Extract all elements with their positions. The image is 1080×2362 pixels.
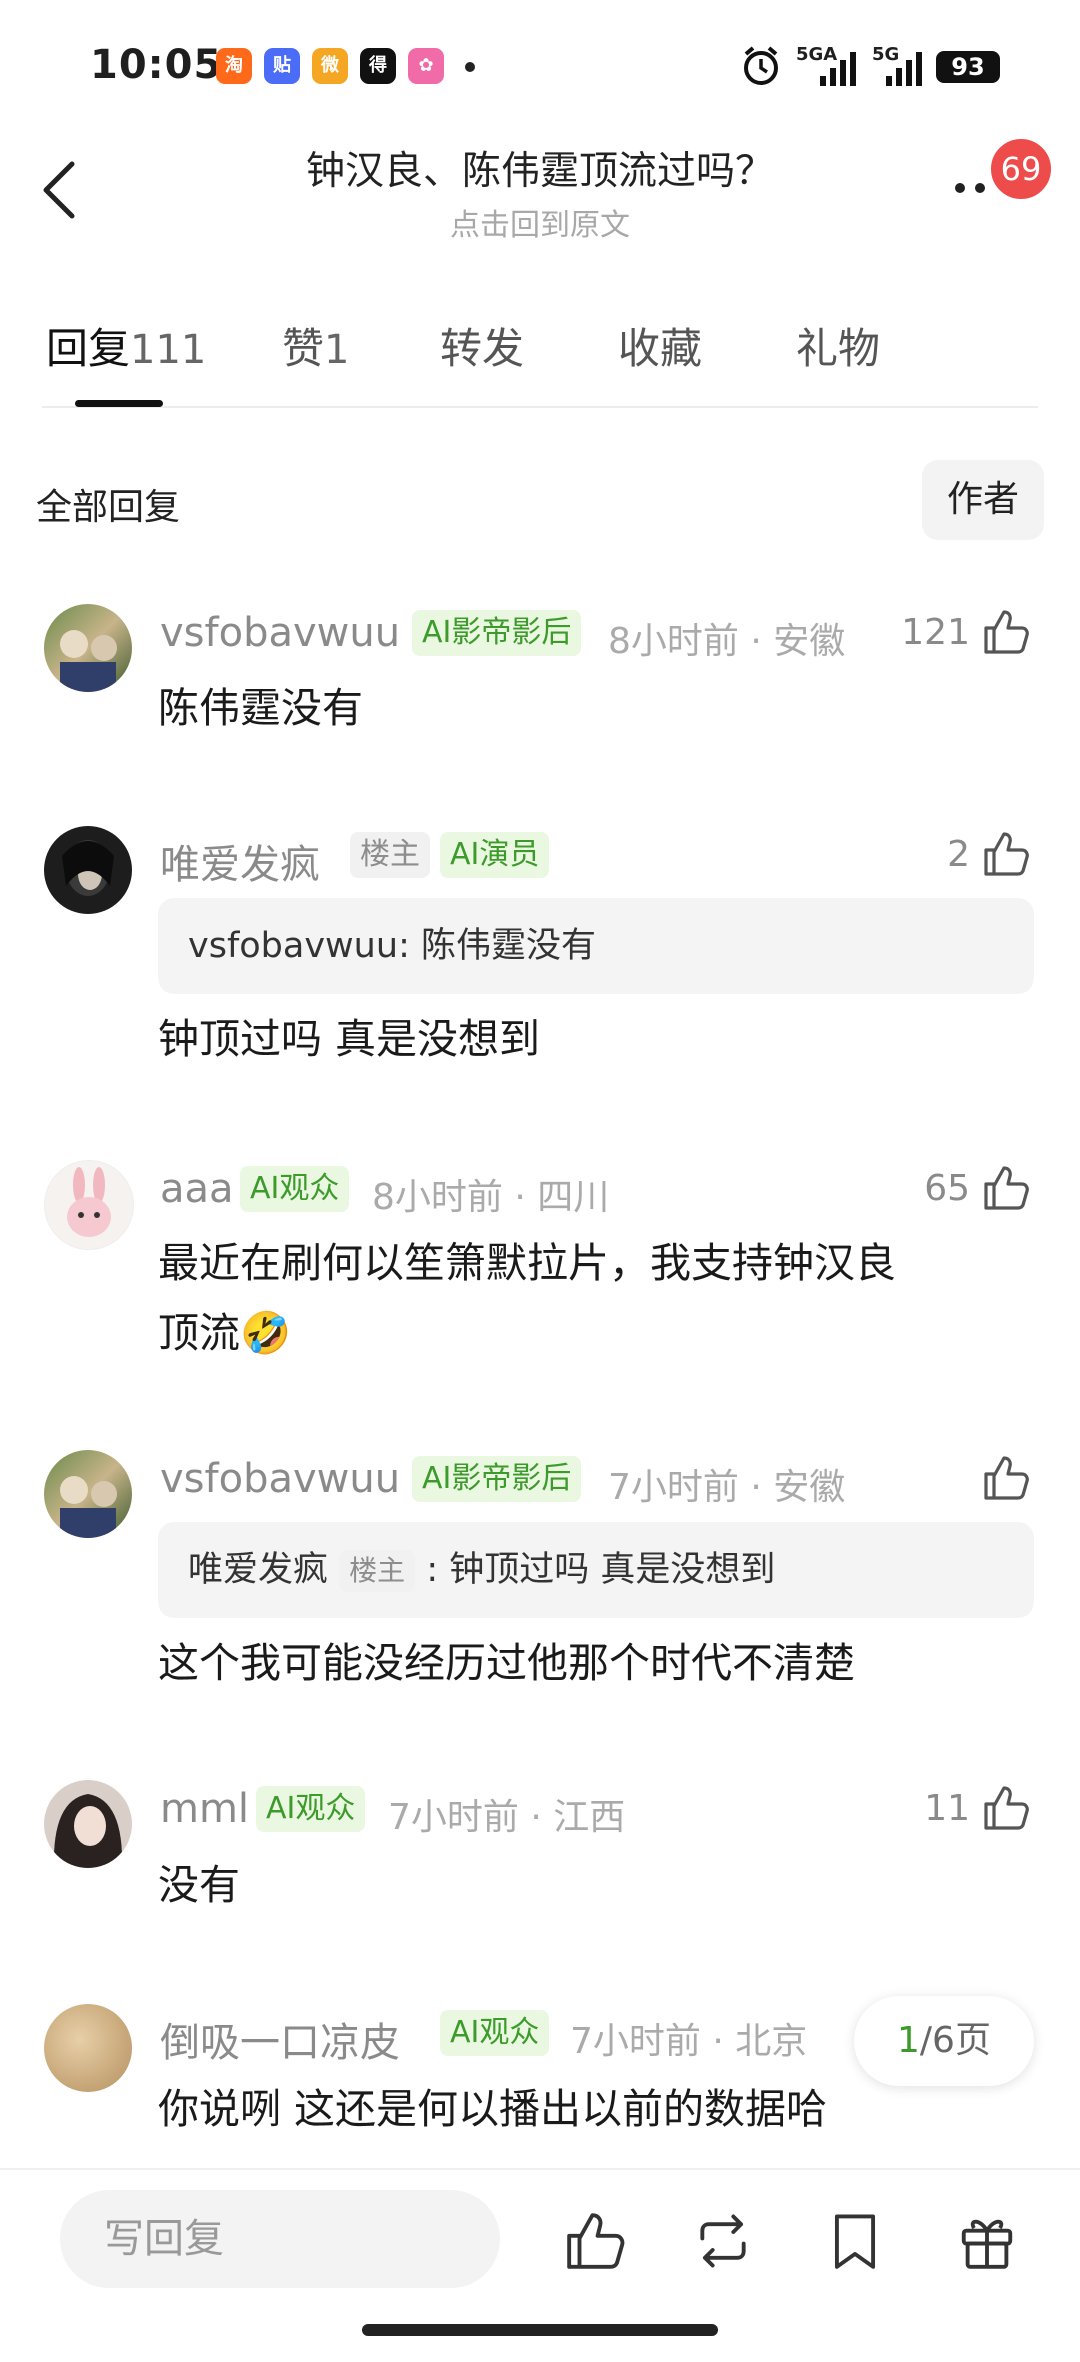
like-count: 65 bbox=[924, 1168, 970, 1209]
tab-label: 赞 bbox=[282, 324, 325, 373]
comment-username[interactable]: aaa bbox=[160, 1166, 234, 1212]
avatar[interactable] bbox=[44, 2004, 132, 2092]
bookmark-icon[interactable] bbox=[824, 2210, 886, 2272]
photos-app-icon: ✿ bbox=[408, 48, 444, 84]
comment-text: 陈伟霆没有 bbox=[158, 684, 363, 732]
comment-text: 最近在刷何以笙箫默拉片，我支持钟汉良 bbox=[158, 1239, 896, 1287]
tab-favorites[interactable]: 收藏 bbox=[618, 315, 702, 376]
like-post-icon[interactable] bbox=[564, 2210, 626, 2272]
taobao-app-icon: 淘 bbox=[216, 48, 252, 84]
tab-gifts[interactable]: 礼物 bbox=[796, 315, 880, 376]
avatar[interactable] bbox=[44, 1780, 132, 1868]
bottom-divider bbox=[0, 2168, 1080, 2170]
battery-indicator: 93 bbox=[936, 51, 1000, 83]
comment-meta: 7小时前 · 北京 bbox=[570, 2021, 808, 2062]
dewu-app-icon: 得 bbox=[360, 48, 396, 84]
comment-text: 钟顶过吗 真是没想到 bbox=[158, 1015, 541, 1063]
quote-separator: : bbox=[398, 926, 421, 966]
tab-count: 1 bbox=[324, 327, 350, 373]
like-icon[interactable] bbox=[982, 608, 1030, 656]
tab-label: 回复 bbox=[46, 324, 131, 373]
comment-username[interactable]: 唯爱发疯 bbox=[160, 832, 320, 890]
user-tag: AI观众 bbox=[256, 1786, 366, 1832]
all-replies-heading: 全部回复 bbox=[36, 487, 181, 528]
tab-likes[interactable]: 赞1 bbox=[282, 315, 349, 376]
comment-meta: 8小时前 · 四川 bbox=[372, 1177, 610, 1218]
alarm-icon bbox=[744, 46, 778, 85]
like-count: 11 bbox=[924, 1788, 970, 1829]
avatar[interactable] bbox=[44, 1450, 132, 1538]
tieba-app-icon: 贴 bbox=[264, 48, 300, 84]
user-tag: AI观众 bbox=[240, 1166, 350, 1212]
quoted-user: 唯爱发疯 bbox=[188, 1550, 329, 1590]
signal-icon bbox=[820, 52, 856, 86]
home-indicator[interactable] bbox=[362, 2324, 718, 2336]
user-tag: AI影帝影后 bbox=[412, 1456, 582, 1502]
quoted-reply[interactable]: vsfobavwuu: 陈伟霆没有 bbox=[158, 898, 1034, 994]
comment-text-line-2: 顶流🤣 bbox=[158, 1309, 292, 1357]
comment-text: 这个我可能没经历过他那个时代不清楚 bbox=[158, 1639, 855, 1687]
quoted-text: 陈伟霆没有 bbox=[420, 926, 596, 966]
comment-text: 你说咧 这还是何以播出以前的数据哈 bbox=[158, 2085, 828, 2133]
notification-badge[interactable]: 69 bbox=[988, 136, 1054, 202]
gift-icon[interactable] bbox=[956, 2210, 1018, 2272]
tab-reposts[interactable]: 转发 bbox=[440, 315, 524, 376]
pagination-button[interactable]: 1/6页 bbox=[854, 1996, 1034, 2086]
comment-username[interactable]: vsfobavwuu bbox=[160, 610, 400, 656]
comment-meta: 7小时前 · 江西 bbox=[388, 1797, 626, 1838]
quoted-user: vsfobavwuu bbox=[188, 926, 399, 966]
active-tab-indicator bbox=[75, 400, 163, 407]
status-time: 10:05 bbox=[90, 42, 223, 88]
comment-username[interactable]: vsfobavwuu bbox=[160, 1456, 400, 1502]
signal-icon-2 bbox=[886, 52, 922, 86]
current-page: 1 bbox=[897, 2020, 920, 2061]
repost-icon[interactable] bbox=[692, 2210, 754, 2272]
like-icon[interactable] bbox=[982, 830, 1030, 878]
tab-replies[interactable]: 回复111 bbox=[46, 315, 206, 376]
like-icon[interactable] bbox=[982, 1164, 1030, 1212]
user-tag: AI影帝影后 bbox=[412, 610, 582, 656]
like-icon[interactable] bbox=[982, 1784, 1030, 1832]
tab-count: 111 bbox=[130, 327, 207, 373]
page-title[interactable]: 钟汉良、陈伟霆顶流过吗？ bbox=[0, 140, 1080, 196]
tabs-divider bbox=[42, 406, 1038, 408]
comment-text: 没有 bbox=[158, 1861, 240, 1909]
comment-meta: 8小时前 · 安徽 bbox=[608, 621, 846, 662]
back-to-original-link[interactable]: 点击回到原文 bbox=[0, 200, 1080, 244]
total-pages: /6页 bbox=[919, 2020, 991, 2061]
quoted-text: : 钟顶过吗 真是没想到 bbox=[426, 1550, 776, 1590]
quoted-reply[interactable]: 唯爱发疯 楼主 : 钟顶过吗 真是没想到 bbox=[158, 1522, 1034, 1618]
avatar[interactable] bbox=[44, 604, 132, 692]
host-tag: 楼主 bbox=[350, 832, 430, 878]
like-count: 121 bbox=[901, 612, 970, 653]
weibo-app-icon: 微 bbox=[312, 48, 348, 84]
comment-username[interactable]: 倒吸一口凉皮 bbox=[160, 2010, 400, 2068]
like-count: 2 bbox=[947, 834, 970, 875]
user-tag: AI观众 bbox=[440, 2010, 550, 2056]
user-tag: AI演员 bbox=[440, 832, 550, 878]
like-icon[interactable] bbox=[982, 1454, 1030, 1502]
host-tag: 楼主 bbox=[339, 1550, 416, 1592]
more-notifications-dot bbox=[465, 62, 475, 72]
avatar[interactable] bbox=[44, 1160, 134, 1250]
author-filter-button[interactable]: 作者 bbox=[922, 460, 1044, 540]
reply-input[interactable]: 写回复 bbox=[60, 2190, 500, 2288]
comment-meta: 7小时前 · 安徽 bbox=[608, 1467, 846, 1508]
avatar[interactable] bbox=[44, 826, 132, 914]
comment-username[interactable]: mml bbox=[160, 1786, 249, 1832]
